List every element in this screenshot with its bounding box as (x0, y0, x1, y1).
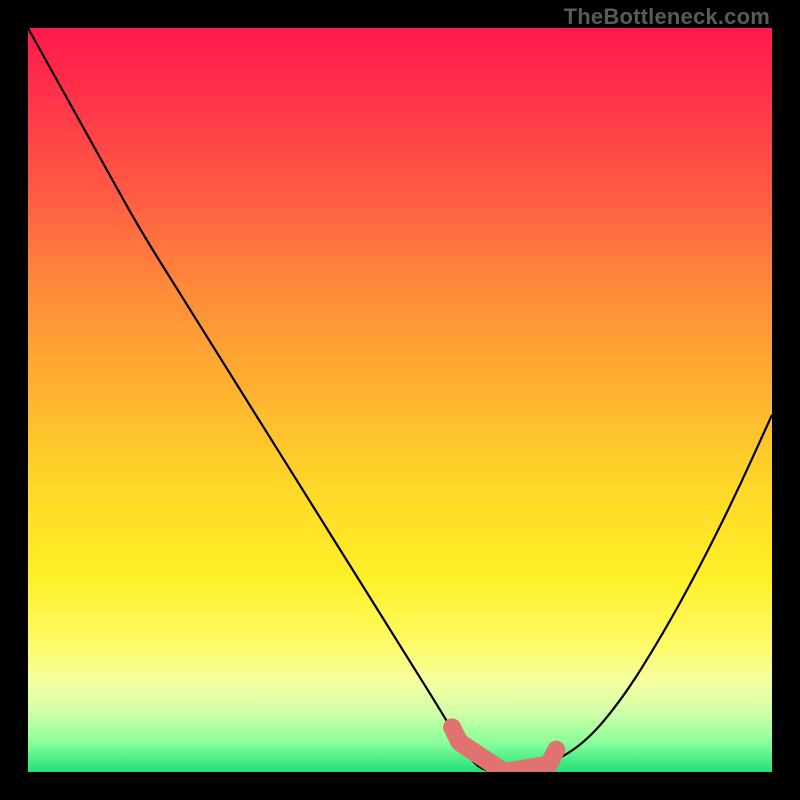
bottleneck-curve-line (28, 28, 772, 772)
chart-svg (28, 28, 772, 772)
minimum-highlight (452, 727, 556, 772)
watermark-text: TheBottleneck.com (564, 4, 770, 30)
plot-area (28, 28, 772, 772)
chart-container: TheBottleneck.com (0, 0, 800, 800)
curve-group (28, 28, 772, 772)
